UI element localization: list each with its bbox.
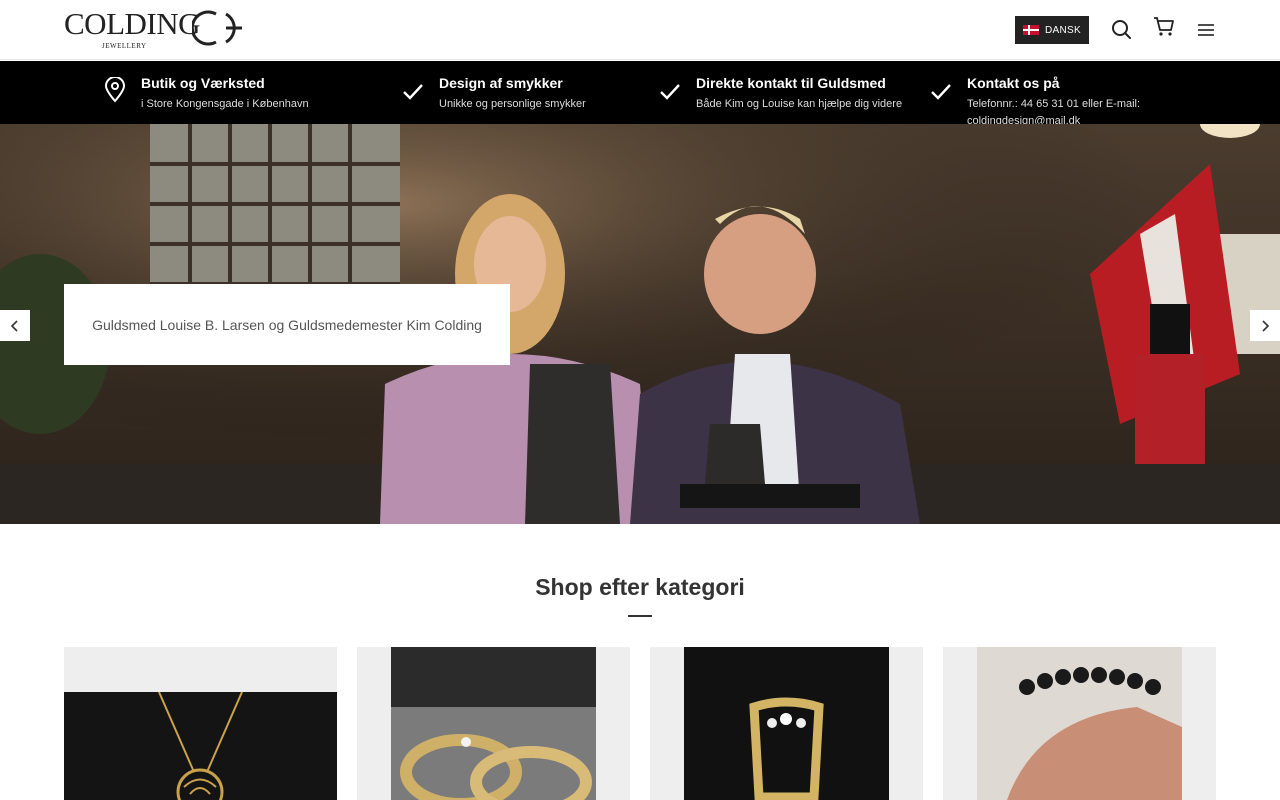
usp-title: Direkte kontakt til Guldsmed (696, 75, 886, 91)
section-title: Shop efter kategori (535, 574, 745, 600)
logo-subtitle: JEWELLERY (102, 42, 147, 50)
chevron-right-icon (1262, 319, 1270, 332)
check-icon (403, 84, 423, 100)
language-selector[interactable]: DANSK (1015, 16, 1089, 44)
denmark-flag-icon (1023, 25, 1040, 35)
language-label: DANSK (1045, 24, 1081, 36)
site-header: COLDING JEWELLERY DANSK (0, 0, 1280, 60)
category-image-diamond-ring (684, 647, 889, 800)
check-icon (660, 84, 680, 100)
cart-icon[interactable] (1153, 15, 1175, 39)
check-icon (931, 84, 951, 100)
category-card-bracelets[interactable] (943, 647, 1216, 800)
logo[interactable]: COLDING JEWELLERY (64, 8, 254, 52)
hero-caption: Guldsmed Louise B. Larsen og Guldsmedeme… (64, 284, 510, 365)
usp-subtitle: Både Kim og Louise kan hjælpe dig videre (696, 98, 903, 110)
slider-prev-button[interactable] (0, 310, 30, 341)
usp-subtitle: i Store Kongensgade i København (141, 98, 309, 110)
category-card-necklaces[interactable] (64, 647, 337, 800)
category-card-rings[interactable] (650, 647, 923, 800)
title-divider (628, 615, 652, 617)
logo-wordmark: COLDING (64, 6, 201, 41)
usp-subtitle: Unikke og personlige smykker (439, 98, 586, 110)
location-pin-icon (104, 77, 126, 103)
hero-caption-text: Guldsmed Louise B. Larsen og Guldsmedeme… (92, 316, 482, 333)
category-image-bracelet (977, 647, 1182, 800)
category-image-rings (391, 647, 596, 800)
category-image-necklace (64, 692, 337, 800)
usp-title: Design af smykker (439, 75, 563, 91)
category-card-wedding-rings[interactable] (357, 647, 630, 800)
hero-slider: Guldsmed Louise B. Larsen og Guldsmedeme… (0, 124, 1280, 524)
logo-monogram (192, 10, 242, 46)
slider-next-button[interactable] (1250, 310, 1280, 341)
search-icon[interactable] (1110, 17, 1132, 41)
menu-icon[interactable] (1195, 17, 1217, 41)
usp-bar: Butik og Værksted i Store Kongensgade i … (0, 61, 1280, 127)
chevron-left-icon (10, 319, 18, 332)
usp-title: Butik og Værksted (141, 75, 265, 91)
usp-title: Kontakt os på (967, 75, 1060, 91)
